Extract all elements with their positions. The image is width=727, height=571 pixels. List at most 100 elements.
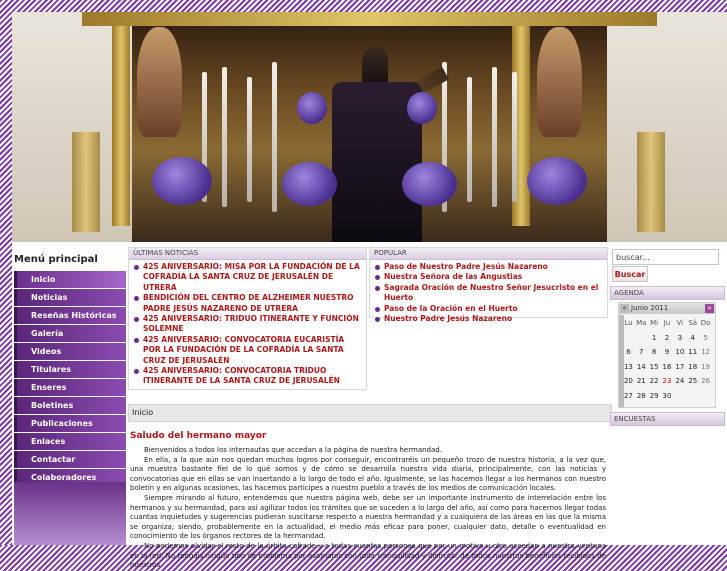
calendar-weekday: Sá [688,319,698,327]
flowers [402,162,457,206]
altar-gold-column [112,26,130,226]
news-link[interactable]: 425 ANIVERSARIO: TRIDUO ITINERANTE Y FUN… [133,314,362,335]
article-paragraph: En ella, a la que aún nos quedan muchos … [130,455,606,493]
news-link[interactable]: BENDICIÓN DEL CENTRO DE ALZHEIMER NUESTR… [133,293,362,314]
calendar-day[interactable]: 12 [699,345,712,360]
flowers [527,157,587,205]
candle [467,77,472,202]
calendar-day[interactable]: 21 [635,374,648,389]
menu-footer-gradient [14,482,126,545]
altar-gold-frieze [82,12,657,26]
popular-heading: POPULAR [370,248,607,260]
article-paragraph: No podemos olvidar el resto de la órbita… [130,541,606,570]
calendar-day[interactable]: 5 [699,331,712,346]
calendar-day[interactable]: 28 [635,389,648,404]
menu-item-boletines[interactable]: Boletines [14,397,126,414]
menu-item-enlaces[interactable]: Enlaces [14,433,126,450]
nazareno-head [362,47,388,85]
popular-link[interactable]: Paso de la Oración en el Huerto [374,304,603,314]
calendar-day[interactable]: 26 [699,374,712,389]
calendar-day[interactable]: 11 [686,345,699,360]
calendar-day[interactable]: 4 [686,331,699,346]
latest-news-box: ÚLTIMAS NOTICIAS 425 ANIVERSARIO: MISA P… [128,247,367,390]
left-angel-statue [137,27,182,137]
article-body: Bienvenidos a todos los internautas que … [130,446,606,571]
popular-box: POPULAR Paso de Nuestro Padre Jesús Naza… [369,247,608,323]
silver-candelabra [637,132,665,232]
flowers [152,157,212,205]
search-input[interactable] [612,249,719,265]
right-angel-statue [537,27,582,137]
calendar-empty-cell [699,389,712,404]
calendar-day[interactable]: 1 [648,331,661,346]
agenda-calendar: « Junio 2011 » Lu Ma Mi Ju Vi Sá Do 1 2 3 4 5 6 7 8 9 10… [618,302,716,408]
menu-title: Menú principal [14,254,98,265]
popular-link[interactable]: Sagrada Oración de Nuestro Señor Jesucri… [374,283,603,304]
calendar-weekday: Mi [650,319,659,327]
calendar-prev-icon[interactable]: « [620,304,629,313]
news-link[interactable]: 425 ANIVERSARIO: CONVOCATORIA TRIDUO ITI… [133,366,362,387]
calendar-empty-cell [686,389,699,404]
calendar-empty-cell [635,331,648,346]
news-link[interactable]: 425 ANIVERSARIO: CONVOCATORIA EUCARISTÍA… [133,335,362,366]
calendar-day[interactable]: 7 [635,345,648,360]
menu-item-videos[interactable]: Videos [14,343,126,360]
flowers [297,92,327,124]
calendar-day[interactable]: 22 [648,374,661,389]
main-menu: Inicio Noticias Reseñas Históricas Galer… [14,271,126,487]
calendar-day[interactable]: 23 [661,374,674,389]
calendar-empty-cell [673,389,686,404]
flowers [407,92,437,124]
calendar-weekday: Ju [663,319,671,327]
news-link[interactable]: 425 ANIVERSARIO: MISA POR LA FUNDACIÓN D… [133,262,362,293]
latest-news-heading: ÚLTIMAS NOTICIAS [129,248,366,260]
calendar-month: Junio 2011 [631,304,669,312]
calendar-day[interactable]: 10 [673,345,686,360]
header-right-wall [607,12,727,242]
flowers [282,162,337,206]
silver-candelabra [72,132,100,232]
calendar-day[interactable]: 16 [661,360,674,375]
candle [272,62,277,212]
menu-item-titulares[interactable]: Titulares [14,361,126,378]
menu-item-publicaciones[interactable]: Publicaciones [14,415,126,432]
menu-item-inicio[interactable]: Inicio [14,271,126,288]
calendar-day[interactable]: 19 [699,360,712,375]
popular-link[interactable]: Nuestro Padre Jesús Nazareno [374,314,603,324]
calendar-day[interactable]: 3 [673,331,686,346]
calendar-day[interactable]: 29 [648,389,661,404]
candle [222,67,227,207]
menu-item-enseres[interactable]: Enseres [14,379,126,396]
menu-item-resenas[interactable]: Reseñas Históricas [14,307,126,324]
calendar-day[interactable]: 25 [686,374,699,389]
candle [247,77,252,202]
page: Menú principal Inicio Noticias Reseñas H… [12,12,727,569]
calendar-day[interactable]: 2 [661,331,674,346]
calendar-day[interactable]: 30 [661,389,674,404]
calendar-day[interactable]: 24 [673,374,686,389]
agenda-heading: AGENDA [610,286,725,300]
calendar-day[interactable]: 18 [686,360,699,375]
calendar-next-icon[interactable]: » [705,304,714,313]
calendar-day[interactable]: 9 [661,345,674,360]
encuestas-heading: ENCUESTAS [610,412,725,426]
calendar-day[interactable]: 17 [673,360,686,375]
article-paragraph: Siempre mirando al futuro, entendemos qu… [130,493,606,541]
calendar-grid: Lu Ma Mi Ju Vi Sá Do 1 2 3 4 5 6 7 8 9 10 11 12 13 14 15 16 17 1… [619,316,715,403]
calendar-weekday: Ma [636,319,647,327]
calendar-day[interactable]: 8 [648,345,661,360]
menu-item-contactar[interactable]: Contactar [14,451,126,468]
search-button[interactable]: Buscar [612,266,648,282]
popular-link[interactable]: Paso de Nuestro Padre Jesús Nazareno [374,262,603,272]
calendar-weekday: Do [700,319,711,327]
menu-item-galeria[interactable]: Galería [14,325,126,342]
header-banner-image [12,12,727,242]
calendar-side-bar [619,315,624,407]
calendar-day[interactable]: 15 [648,360,661,375]
calendar-day[interactable]: 14 [635,360,648,375]
popular-link[interactable]: Nuestra Señora de las Angustias [374,272,603,282]
candle [512,72,517,202]
breadcrumb[interactable]: Inicio [128,404,612,422]
calendar-weekday: Vi [676,319,684,327]
menu-item-noticias[interactable]: Noticias [14,289,126,306]
